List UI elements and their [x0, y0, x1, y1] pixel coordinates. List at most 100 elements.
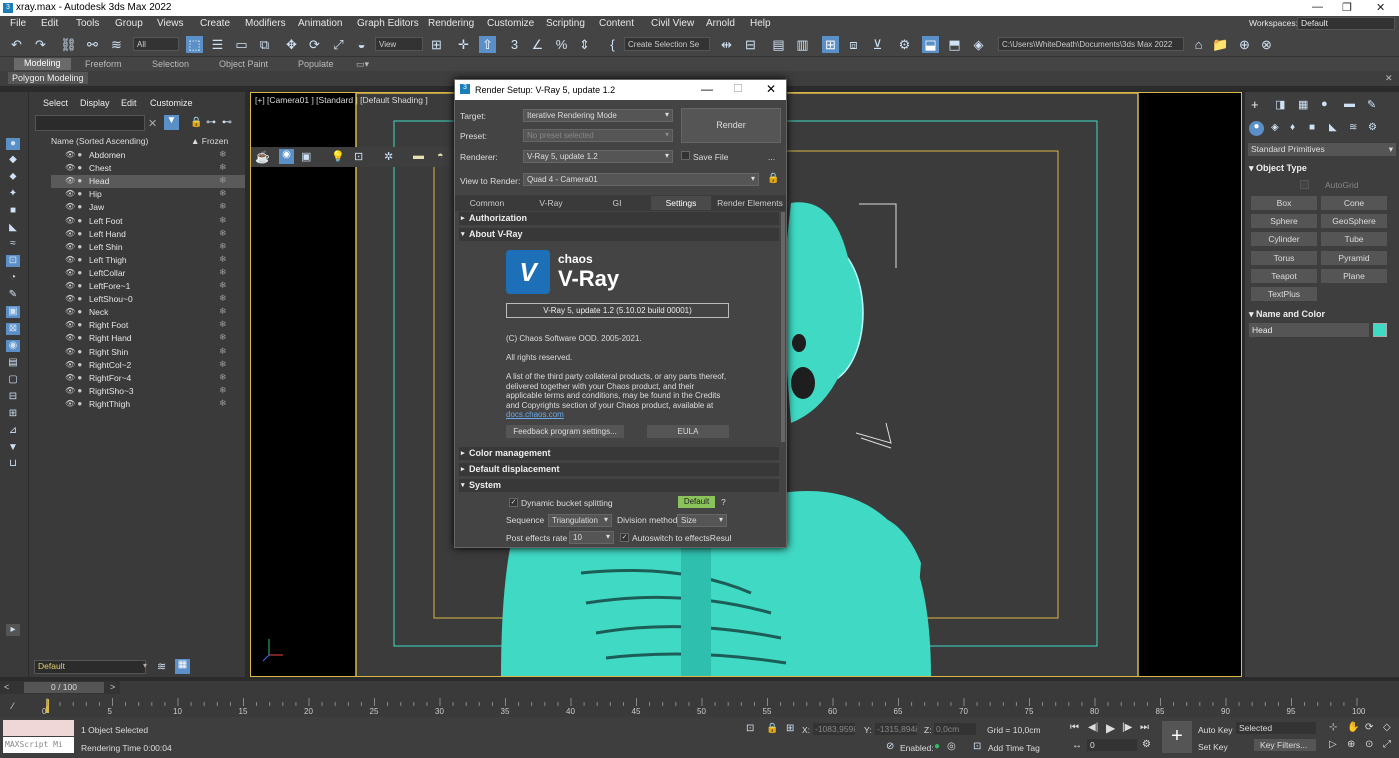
rollout-default-displacement[interactable]: ▸ Default displacement: [459, 463, 779, 476]
list-item[interactable]: 👁 ● Left Hand ❄: [51, 228, 245, 241]
explorer-menu-display[interactable]: Display: [80, 98, 110, 108]
docs-link[interactable]: docs.chaos.com: [506, 410, 736, 420]
display-geometry-icon[interactable]: ◆: [6, 154, 20, 166]
dolly-icon[interactable]: ⊕: [1347, 739, 1355, 750]
menu-modifiers[interactable]: Modifiers: [245, 18, 286, 29]
visibility-eye-icon[interactable]: 👁 ●: [65, 242, 82, 251]
visibility-eye-icon[interactable]: 👁 ●: [65, 229, 82, 238]
explorer-menu-customize[interactable]: Customize: [150, 98, 193, 108]
window-crossing-icon[interactable]: ⧉: [256, 36, 273, 53]
primitive-box-button[interactable]: Box: [1251, 196, 1317, 210]
undo-icon[interactable]: ↶: [8, 36, 25, 53]
freeze-toggle-icon[interactable]: ❄: [219, 359, 227, 370]
menu-file[interactable]: File: [10, 18, 26, 29]
freeze-toggle-icon[interactable]: ❄: [219, 267, 227, 278]
tag-icon[interactable]: ⊡: [973, 741, 981, 752]
place-icon[interactable]: ◒: [353, 36, 370, 53]
redo-icon[interactable]: ↷: [32, 36, 49, 53]
sort-icon[interactable]: ⊷: [222, 117, 232, 128]
freeze-toggle-icon[interactable]: ❄: [219, 280, 227, 291]
maximize-viewport-icon[interactable]: ⤢: [1383, 739, 1391, 750]
ribbon-tab-selection[interactable]: Selection: [152, 59, 189, 69]
freeze-toggle-icon[interactable]: ❄: [219, 188, 227, 199]
maxscript-input[interactable]: MAXScript Mi: [3, 737, 74, 753]
set-key-big-icon[interactable]: +: [1162, 721, 1192, 753]
filter-toggle-icon[interactable]: ▼: [164, 115, 179, 130]
visibility-eye-icon[interactable]: 👁 ●: [65, 268, 82, 277]
list-item[interactable]: 👁 ● Abdomen ❄: [51, 149, 245, 162]
freeze-toggle-icon[interactable]: ❄: [219, 175, 227, 186]
dialog-title-bar[interactable]: 3 Render Setup: V-Ray 5, update 1.2 — ☐ …: [455, 80, 786, 100]
x-coordinate-field[interactable]: -1083,959i: [813, 723, 855, 735]
fov-icon[interactable]: ◇: [1383, 722, 1391, 733]
freeze-toggle-icon[interactable]: ❄: [219, 228, 227, 239]
dynamic-bucket-checkbox[interactable]: ✓: [509, 498, 518, 507]
reference-coord-select[interactable]: View: [375, 37, 423, 51]
name-color-rollout[interactable]: ▾ Name and Color: [1249, 309, 1395, 320]
visibility-eye-icon[interactable]: 👁 ●: [65, 216, 82, 225]
primitive-cone-button[interactable]: Cone: [1321, 196, 1387, 210]
plane-light-icon[interactable]: ▬: [413, 150, 424, 162]
display-tab-icon[interactable]: ▬: [1344, 98, 1355, 110]
project-new-icon[interactable]: ⊕: [1236, 36, 1253, 53]
layer-dropdown-icon[interactable]: ▾: [143, 661, 147, 670]
object-color-swatch[interactable]: [1373, 323, 1387, 337]
lock-icon[interactable]: 🔒: [190, 117, 202, 128]
next-frame-icon[interactable]: |▶: [1122, 722, 1132, 733]
maximize-icon[interactable]: ❐: [1342, 1, 1352, 14]
primitive-geosphere-button[interactable]: GeoSphere: [1321, 214, 1387, 229]
schematic-view-icon[interactable]: ⧈: [845, 36, 862, 53]
menu-animation[interactable]: Animation: [298, 18, 342, 29]
freeze-toggle-icon[interactable]: ❄: [219, 306, 227, 317]
autogrid-checkbox[interactable]: [1300, 180, 1309, 189]
tab-gi[interactable]: GI: [591, 196, 643, 210]
freeze-toggle-icon[interactable]: ❄: [219, 372, 227, 383]
display-none2-icon[interactable]: ▢: [6, 374, 20, 386]
rollout-color-management[interactable]: ▸ Color management: [459, 447, 779, 460]
list-item[interactable]: 👁 ● RightCol~2 ❄: [51, 359, 245, 372]
bind-space-warp-icon[interactable]: ≋: [108, 36, 125, 53]
menu-graph-editors[interactable]: Graph Editors: [357, 18, 419, 29]
slider-prev-icon[interactable]: <: [4, 682, 9, 692]
rect-selection-icon[interactable]: ▭: [233, 36, 250, 53]
list-item[interactable]: 👁 ● Right Hand ❄: [51, 332, 245, 345]
post-effects-spinner[interactable]: 10: [569, 531, 614, 544]
visibility-eye-icon[interactable]: 👁 ●: [65, 189, 82, 198]
add-time-tag-label[interactable]: Add Time Tag: [988, 743, 1040, 753]
primitive-pyramid-button[interactable]: Pyramid: [1321, 250, 1387, 265]
systems-icon[interactable]: ⚙: [1368, 122, 1377, 133]
snaps-toggle-icon[interactable]: 3: [506, 36, 523, 53]
autoswitch-checkbox[interactable]: ✓: [620, 533, 629, 542]
time-config-icon[interactable]: ⚙: [1142, 739, 1151, 750]
helper-icon[interactable]: ✲: [384, 150, 393, 163]
primitive-sphere-button[interactable]: Sphere: [1251, 214, 1317, 229]
ribbon-toggle-icon[interactable]: ▥: [794, 36, 811, 53]
visibility-eye-icon[interactable]: 👁 ●: [65, 320, 82, 329]
primitive-teapot-button[interactable]: Teapot: [1251, 268, 1317, 283]
select-by-name-icon[interactable]: ☰: [209, 36, 226, 53]
eula-button[interactable]: EULA: [647, 425, 729, 438]
rollout-authorization[interactable]: ▸ Authorization: [459, 212, 779, 225]
frame-indicator[interactable]: 0 / 100: [24, 682, 104, 693]
workspaces-select[interactable]: Default: [1297, 17, 1395, 30]
select-manipulate-icon[interactable]: ✛: [455, 36, 472, 53]
adaptive-degradation-icon[interactable]: ⊘: [886, 741, 894, 752]
menu-content[interactable]: Content: [599, 18, 634, 29]
visibility-eye-icon[interactable]: 👁 ●: [65, 163, 82, 172]
cameras-icon[interactable]: ■: [1309, 122, 1315, 133]
view-lock-icon[interactable]: 🔒: [767, 173, 779, 184]
zoom-extents-icon[interactable]: ⊹: [1329, 722, 1337, 733]
display-containers-icon[interactable]: ▣: [6, 306, 20, 318]
category-select[interactable]: Standard Primitives ▾: [1248, 143, 1396, 156]
selection-filter-select[interactable]: All: [133, 37, 179, 51]
display-all-icon[interactable]: ▤: [6, 357, 20, 369]
expand-icon[interactable]: ▸: [6, 624, 20, 636]
list-item[interactable]: 👁 ● Hip ❄: [51, 188, 245, 201]
create-tab-icon[interactable]: +: [1251, 97, 1259, 112]
ribbon-polygon-modeling[interactable]: Polygon Modeling: [8, 72, 88, 84]
primitive-torus-button[interactable]: Torus: [1251, 250, 1317, 265]
layer-explorer-icon[interactable]: ▦: [175, 659, 190, 674]
key-selection-select[interactable]: Selected: [1236, 722, 1316, 734]
angle-snap-icon[interactable]: ∠: [529, 36, 546, 53]
percent-snap-icon[interactable]: %: [553, 36, 570, 53]
